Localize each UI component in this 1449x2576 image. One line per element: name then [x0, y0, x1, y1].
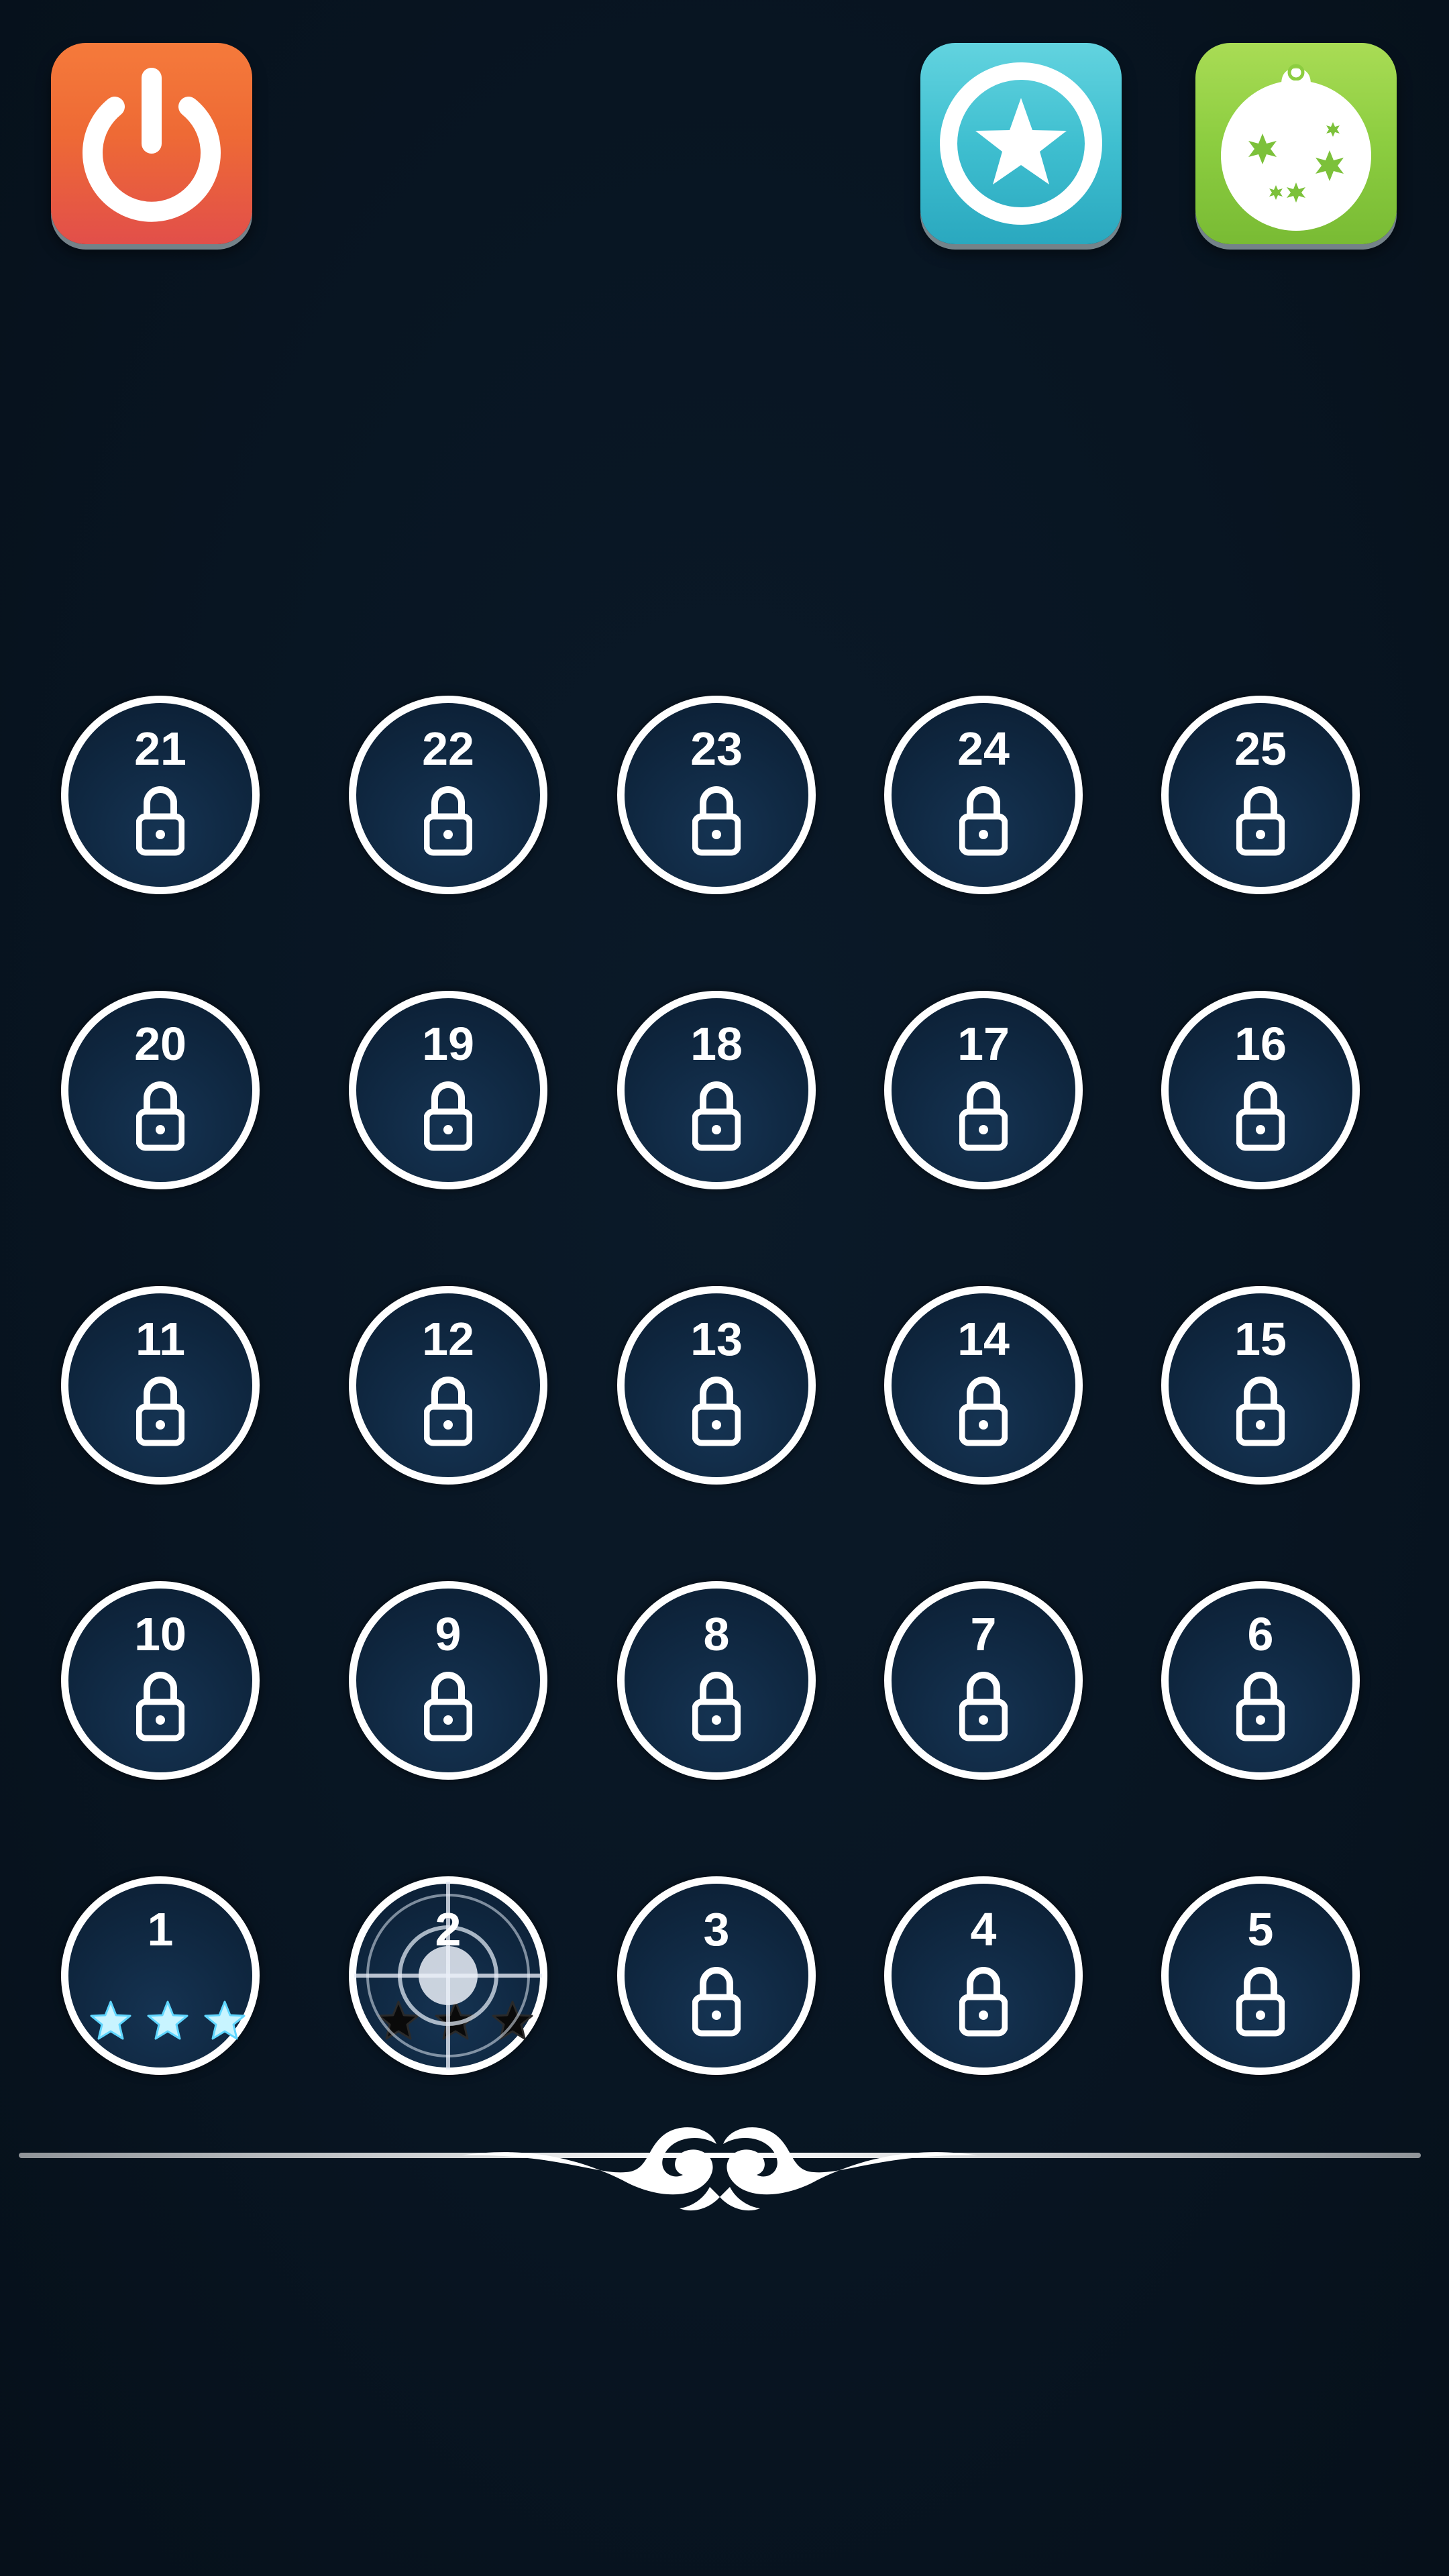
star-earned-icon: [90, 2000, 131, 2040]
level-button-19[interactable]: 19: [349, 991, 547, 1189]
level-button-1[interactable]: 1: [61, 1876, 260, 2075]
level-number: 23: [690, 722, 743, 775]
power-icon: [83, 68, 221, 222]
rate-button[interactable]: [920, 43, 1122, 244]
lock-icon: [424, 1672, 472, 1741]
level-button-2[interactable]: 2: [349, 1876, 547, 2075]
level-number: 20: [134, 1018, 186, 1070]
level-number: 8: [703, 1608, 730, 1660]
level-button-12[interactable]: 12: [349, 1286, 547, 1485]
level-button-8[interactable]: 8: [617, 1581, 816, 1780]
level-number: 9: [435, 1608, 462, 1660]
star-earned-icon: [147, 2000, 189, 2040]
level-number: 11: [136, 1313, 185, 1365]
level-button-23[interactable]: 23: [617, 696, 816, 894]
level-button-22[interactable]: 22: [349, 696, 547, 894]
level-number: 24: [957, 722, 1010, 775]
level-button-10[interactable]: 10: [61, 1581, 260, 1780]
level-number: 1: [147, 1903, 174, 1955]
level-number: 10: [134, 1608, 186, 1660]
level-button-21[interactable]: 21: [61, 696, 260, 894]
level-number: 25: [1234, 722, 1287, 775]
level-button-16[interactable]: 16: [1161, 991, 1360, 1189]
level-button-24[interactable]: 24: [884, 696, 1083, 894]
lock-icon: [959, 1377, 1008, 1446]
lock-icon: [424, 1081, 472, 1151]
lock-icon: [692, 1377, 741, 1446]
level-number: 16: [1234, 1018, 1287, 1070]
level-number: 13: [690, 1313, 743, 1365]
level-number: 6: [1247, 1608, 1274, 1660]
level-number: 15: [1234, 1313, 1287, 1365]
level-number: 14: [957, 1313, 1010, 1365]
level-button-9[interactable]: 9: [349, 1581, 547, 1780]
level-button-3[interactable]: 3: [617, 1876, 816, 2075]
lock-icon: [1236, 1081, 1285, 1151]
level-number: 12: [422, 1313, 474, 1365]
ornament-icon: [1221, 64, 1371, 231]
star-icon: [940, 62, 1102, 225]
lock-icon: [136, 786, 184, 856]
level-button-20[interactable]: 20: [61, 991, 260, 1189]
level-button-4[interactable]: 4: [884, 1876, 1083, 2075]
star-empty-icon: [378, 2000, 419, 2040]
level-button-14[interactable]: 14: [884, 1286, 1083, 1485]
level-select-screen: 21 22 23 24 25 20 19 18 17 16 11 12 13 14 15 10 9 8 7 6 1 2 3 4…: [0, 0, 1449, 2576]
star-empty-icon: [492, 2000, 533, 2040]
lock-icon: [1236, 786, 1285, 856]
level-button-6[interactable]: 6: [1161, 1581, 1360, 1780]
star-empty-icon: [435, 2000, 476, 2040]
lock-icon: [692, 1672, 741, 1741]
star-rating: [82, 1998, 246, 2045]
lock-icon: [1236, 1967, 1285, 2037]
level-number: 7: [970, 1608, 997, 1660]
lock-icon: [1236, 1672, 1285, 1741]
level-number: 19: [422, 1018, 474, 1070]
lock-icon: [136, 1672, 184, 1741]
level-button-13[interactable]: 13: [617, 1286, 816, 1485]
level-number: 17: [957, 1018, 1010, 1070]
lock-icon: [959, 1967, 1008, 2037]
level-number: 2: [435, 1903, 462, 1955]
ornamental-divider: [19, 2127, 1421, 2211]
lock-icon: [136, 1377, 184, 1446]
lock-icon: [136, 1081, 184, 1151]
level-number: 21: [134, 722, 186, 775]
level-number: 4: [970, 1903, 997, 1955]
level-number: 22: [422, 722, 474, 775]
level-button-25[interactable]: 25: [1161, 696, 1360, 894]
level-button-11[interactable]: 11: [61, 1286, 260, 1485]
lock-icon: [692, 786, 741, 856]
level-number: 5: [1247, 1903, 1274, 1955]
star-rating: [370, 1998, 533, 2045]
lock-icon: [959, 1672, 1008, 1741]
lock-icon: [1236, 1377, 1285, 1446]
power-button[interactable]: [51, 43, 252, 244]
level-number: 18: [690, 1018, 743, 1070]
level-number: 3: [703, 1903, 730, 1955]
lock-icon: [424, 786, 472, 856]
level-button-5[interactable]: 5: [1161, 1876, 1360, 2075]
lock-icon: [424, 1377, 472, 1446]
lock-icon: [959, 786, 1008, 856]
level-button-7[interactable]: 7: [884, 1581, 1083, 1780]
lock-icon: [959, 1081, 1008, 1151]
level-button-18[interactable]: 18: [617, 991, 816, 1189]
lock-icon: [692, 1967, 741, 2037]
gift-button[interactable]: [1195, 43, 1397, 244]
star-earned-icon: [204, 2000, 246, 2040]
lock-icon: [692, 1081, 741, 1151]
level-button-15[interactable]: 15: [1161, 1286, 1360, 1485]
level-button-17[interactable]: 17: [884, 991, 1083, 1189]
